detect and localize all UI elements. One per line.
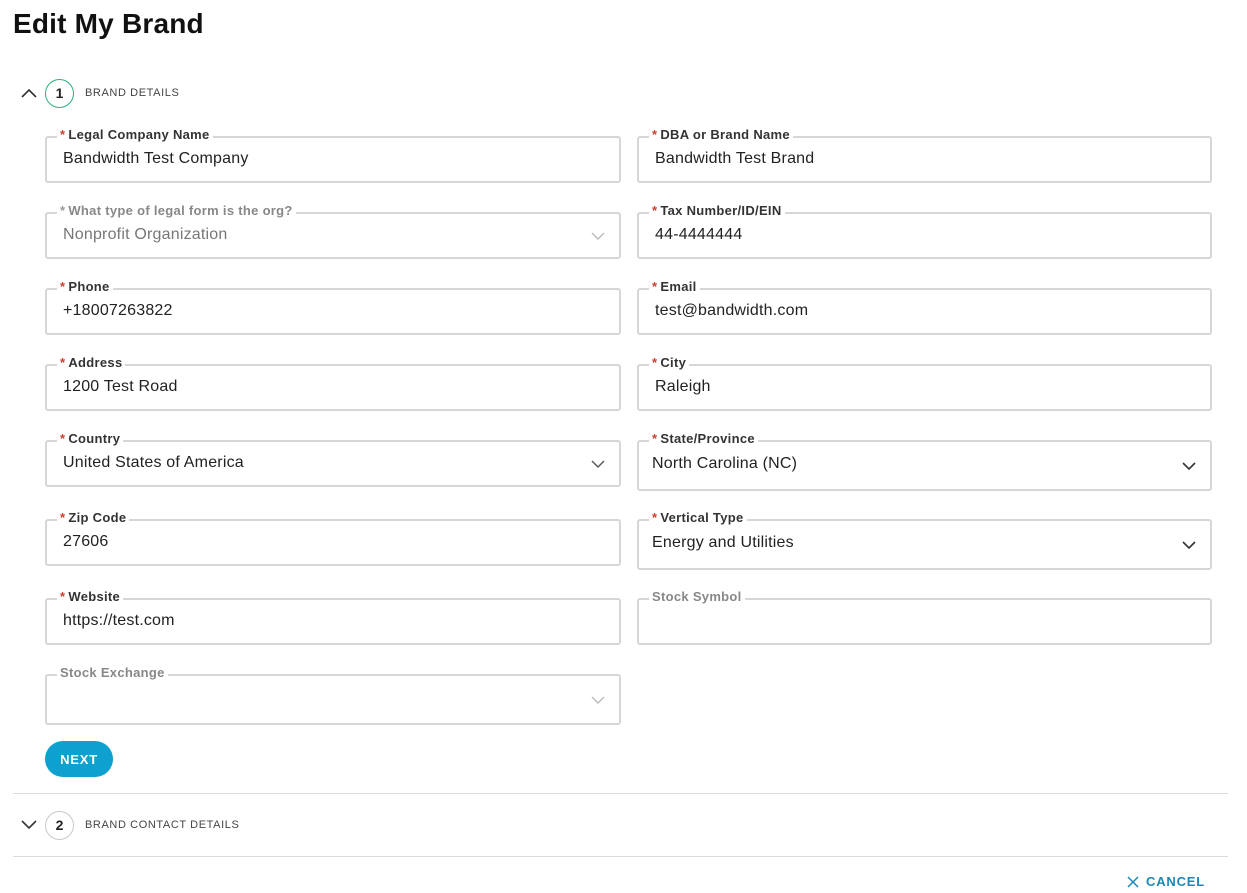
website-field[interactable]: * Website https://test.com — [45, 589, 621, 645]
website-label: * Website — [57, 589, 124, 604]
tax-number-field[interactable]: * Tax Number/ID/EIN 44-4444444 — [637, 203, 1212, 259]
chevron-down-icon — [591, 696, 605, 704]
state-province-value: North Carolina (NC) — [652, 455, 798, 472]
dba-brand-name-label: * DBA or Brand Name — [649, 127, 793, 142]
stock-symbol-label: Stock Symbol — [649, 589, 745, 604]
step-1-number: 1 — [45, 78, 74, 108]
close-icon — [1127, 875, 1139, 888]
page-title: Edit My Brand — [13, 8, 204, 39]
phone-value: +18007263822 — [63, 302, 173, 319]
vertical-type-select[interactable]: * Vertical Type Energy and Utilities — [637, 510, 1212, 570]
zip-code-field[interactable]: * Zip Code 27606 — [45, 510, 621, 566]
address-field[interactable]: * Address 1200 Test Road — [45, 355, 621, 411]
dba-brand-name-value: Bandwidth Test Brand — [655, 150, 815, 167]
country-value: United States of America — [63, 454, 244, 471]
chevron-down-icon — [591, 460, 605, 468]
country-label: * Country — [57, 431, 124, 446]
website-value: https://test.com — [63, 612, 175, 629]
email-field[interactable]: * Email test@bandwidth.com — [637, 279, 1212, 335]
phone-label: * Phone — [57, 279, 113, 294]
divider — [13, 856, 1228, 857]
address-label: * Address — [57, 355, 126, 370]
email-label: * Email — [649, 279, 700, 294]
divider — [13, 793, 1228, 794]
state-province-select[interactable]: * State/Province North Carolina (NC) — [637, 431, 1212, 491]
city-field[interactable]: * City Raleigh — [637, 355, 1212, 411]
cancel-label: CANCEL — [1146, 874, 1205, 889]
tax-number-value: 44-4444444 — [655, 226, 743, 243]
zip-code-label: * Zip Code — [57, 510, 130, 525]
vertical-type-value: Energy and Utilities — [652, 534, 794, 551]
phone-field[interactable]: * Phone +18007263822 — [45, 279, 621, 335]
vertical-type-label: * Vertical Type — [649, 510, 747, 525]
step-1-label: BRAND DETAILS — [85, 87, 180, 99]
next-button[interactable]: NEXT — [45, 741, 113, 777]
legal-company-name-value: Bandwidth Test Company — [63, 150, 249, 167]
country-select[interactable]: * Country United States of America — [45, 431, 621, 487]
dba-brand-name-field[interactable]: * DBA or Brand Name Bandwidth Test Brand — [637, 127, 1212, 183]
chevron-down-icon[interactable] — [19, 815, 39, 835]
state-province-label: * State/Province — [649, 431, 758, 446]
stock-exchange-label: Stock Exchange — [57, 665, 168, 680]
step-2-number: 2 — [45, 810, 74, 840]
legal-company-name-field[interactable]: * Legal Company Name Bandwidth Test Compa… — [45, 127, 621, 183]
step-2-header[interactable]: 2 BRAND CONTACT DETAILS — [13, 808, 239, 842]
legal-form-value: Nonprofit Organization — [63, 226, 228, 243]
city-value: Raleigh — [655, 378, 711, 395]
zip-code-value: 27606 — [63, 533, 109, 550]
legal-form-select[interactable]: * What type of legal form is the org? Non… — [45, 203, 621, 259]
cancel-button[interactable]: CANCEL — [1127, 874, 1205, 889]
legal-company-name-label: * Legal Company Name — [57, 127, 213, 142]
stock-symbol-field[interactable]: Stock Symbol — [637, 589, 1212, 645]
tax-number-label: * Tax Number/ID/EIN — [649, 203, 785, 218]
email-value: test@bandwidth.com — [655, 302, 809, 319]
step-1-header[interactable]: 1 BRAND DETAILS — [13, 76, 179, 110]
legal-form-label: * What type of legal form is the org? — [57, 203, 296, 218]
chevron-down-icon — [1182, 462, 1196, 471]
chevron-up-icon[interactable] — [19, 83, 39, 103]
address-value: 1200 Test Road — [63, 378, 178, 395]
stock-exchange-select[interactable]: Stock Exchange — [45, 665, 621, 725]
step-2-label: BRAND CONTACT DETAILS — [85, 819, 240, 831]
city-label: * City — [649, 355, 690, 370]
chevron-down-icon — [591, 232, 605, 240]
chevron-down-icon — [1182, 541, 1196, 550]
